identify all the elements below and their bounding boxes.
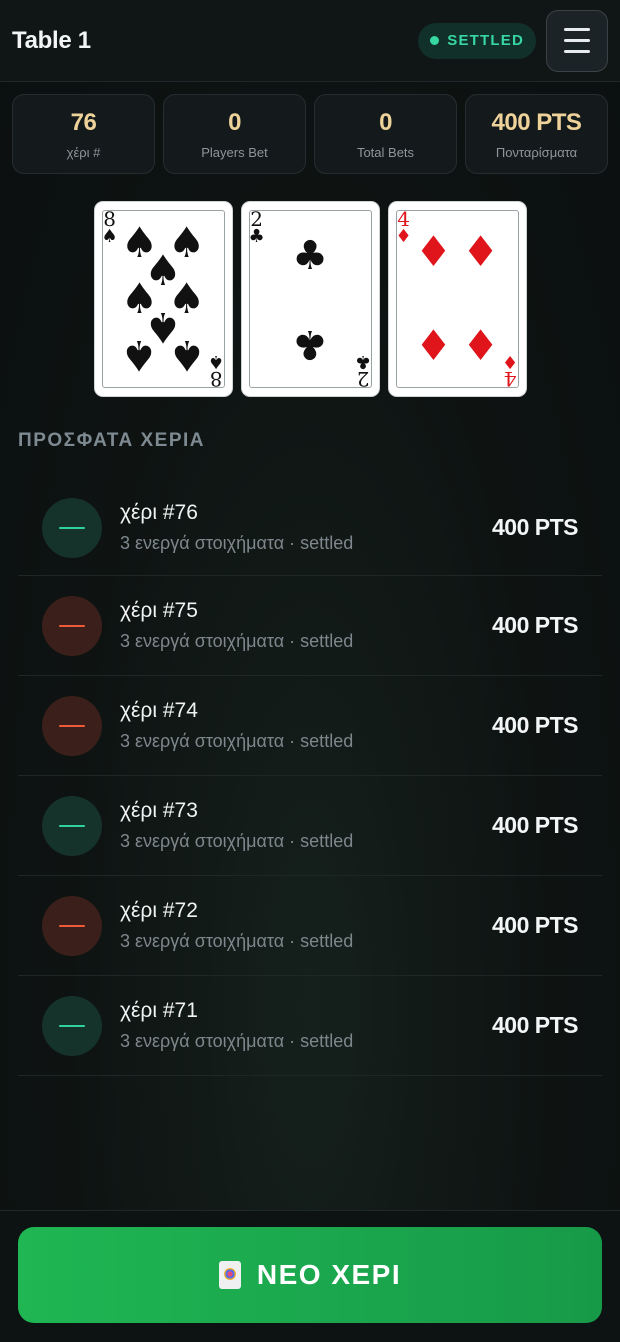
- result-loss-icon: [42, 695, 102, 756]
- spade-icon: ♠: [120, 331, 159, 381]
- dash-icon: [59, 824, 85, 827]
- dash-icon: [59, 924, 85, 927]
- stat-label: Players Bet: [201, 144, 268, 160]
- hand-row[interactable]: χέρι #73 3 ενεργά στοιχήματα · settled 4…: [18, 776, 602, 876]
- diamond-icon: ♦: [395, 226, 412, 247]
- card-rank: 8: [210, 367, 223, 391]
- card-rank: 2: [357, 367, 370, 391]
- result-loss-icon: [42, 895, 102, 956]
- hand-info: χέρι #73 3 ενεργά στοιχήματα · settled: [120, 799, 492, 852]
- hand-row[interactable]: χέρι #76 3 ενεργά στοιχήματα · settled 4…: [18, 480, 602, 576]
- hand-row[interactable]: χέρι #72 3 ενεργά στοιχήματα · settled 4…: [18, 876, 602, 976]
- menu-button[interactable]: [546, 9, 608, 72]
- hand-name: χέρι #74: [120, 699, 198, 722]
- hamburger-icon-line: [564, 50, 590, 53]
- spade-icon: ♠: [208, 351, 225, 372]
- diamond-icon: ♦: [461, 321, 500, 370]
- playing-card-four-diamonds: 4 ♦ ♦ ♦ ♦ ♦ 4 ♦: [388, 202, 526, 396]
- hand-row[interactable]: χέρι #75 3 ενεργά στοιχήματα · settled 4…: [18, 576, 602, 676]
- hand-name: χέρι #71: [120, 999, 198, 1022]
- result-win-icon: [42, 497, 102, 558]
- hand-amount: 400 PTS: [492, 1012, 579, 1038]
- card-corner: 4 ♦: [502, 351, 519, 391]
- stat-wagers: 400 PTS Πονταρίσματα: [465, 94, 608, 174]
- card-corner: 4 ♦: [396, 209, 412, 246]
- diamond-icon: ♦: [414, 321, 453, 370]
- result-win-icon: [42, 995, 102, 1056]
- hand-info: χέρι #72 3 ενεργά στοιχήματα · settled: [120, 899, 492, 952]
- dash-icon: [59, 724, 85, 727]
- stats-row: 76 χέρι # 0 Players Bet 0 Total Bets 400…: [0, 82, 620, 174]
- hand-subtitle: 3 ενεργά στοιχήματα · settled: [120, 1031, 354, 1051]
- hand-info: χέρι #75 3 ενεργά στοιχήματα · settled: [120, 599, 492, 652]
- hand-amount: 400 PTS: [492, 514, 579, 540]
- result-loss-icon: [42, 595, 102, 656]
- hand-info: χέρι #76 3 ενεργά στοιχήματα · settled: [120, 501, 492, 554]
- stat-value: 400 PTS: [491, 108, 582, 136]
- diamond-icon: ♦: [502, 351, 519, 372]
- hand-amount: 400 PTS: [492, 612, 579, 638]
- dealt-cards: 8 ♠ ♠ ♠ ♠ ♠ ♠ ♠ ♠ ♠ 8 ♠ 2 ♣ ♣ ♣ 2 ♣ 4 ♦ …: [0, 202, 620, 396]
- card-corner: 8 ♠: [208, 351, 225, 391]
- stat-hand-number: 76 χέρι #: [12, 94, 155, 174]
- hamburger-icon-line: [564, 39, 590, 42]
- hand-name: χέρι #75: [120, 599, 198, 622]
- hamburger-icon: [564, 28, 590, 31]
- card-rank: 4: [504, 367, 517, 391]
- card-corner: 2 ♣: [355, 351, 372, 391]
- stat-total-bets: 0 Total Bets: [314, 94, 457, 174]
- hand-name: χέρι #73: [120, 799, 198, 822]
- spade-icon: ♠: [101, 226, 118, 247]
- hand-info: χέρι #74 3 ενεργά στοιχήματα · settled: [120, 699, 492, 752]
- card-corner: 8 ♠: [102, 209, 118, 246]
- hand-name: χέρι #72: [120, 899, 198, 922]
- club-icon: ♣: [248, 226, 265, 247]
- stat-value: 0: [379, 108, 392, 136]
- result-win-icon: [42, 795, 102, 856]
- stat-label: Πονταρίσματα: [495, 144, 578, 160]
- hand-subtitle: 3 ενεργά στοιχήματα · settled: [120, 831, 354, 851]
- dash-icon: [59, 624, 85, 627]
- header-actions: SETTLED: [418, 9, 608, 72]
- top-bar: Table 1 SETTLED: [0, 0, 620, 82]
- new-hand-button[interactable]: ΝΕΟ ΧΕΡΙ: [18, 1227, 602, 1323]
- dash-icon: [59, 526, 85, 529]
- new-hand-label: ΝΕΟ ΧΕΡΙ: [256, 1259, 402, 1290]
- club-icon: ♣: [292, 232, 328, 279]
- playing-card-eight-spades: 8 ♠ ♠ ♠ ♠ ♠ ♠ ♠ ♠ ♠ 8 ♠: [94, 202, 232, 396]
- hand-amount: 400 PTS: [492, 712, 579, 738]
- stat-players-bet: 0 Players Bet: [163, 94, 306, 174]
- status-badge: SETTLED: [418, 22, 536, 59]
- hand-subtitle: 3 ενεργά στοιχήματα · settled: [120, 931, 354, 951]
- spade-icon: ♠: [167, 331, 206, 381]
- hand-amount: 400 PTS: [492, 812, 579, 838]
- hand-name: χέρι #76: [120, 501, 198, 524]
- hand-subtitle: 3 ενεργά στοιχήματα · settled: [120, 731, 354, 751]
- footer-bar: ΝΕΟ ΧΕΡΙ: [0, 1210, 620, 1342]
- table-title: Table 1: [12, 26, 91, 54]
- status-text: SETTLED: [447, 32, 524, 49]
- hand-row[interactable]: χέρι #71 3 ενεργά στοιχήματα · settled 4…: [18, 976, 602, 1076]
- club-icon: ♣: [355, 351, 372, 372]
- stat-value: 76: [70, 108, 97, 136]
- stat-label: χέρι #: [66, 144, 101, 160]
- diamond-icon: ♦: [414, 227, 453, 276]
- stat-label: Total Bets: [356, 144, 415, 160]
- recent-hands-list: χέρι #76 3 ενεργά στοιχήματα · settled 4…: [18, 480, 602, 1076]
- club-icon: ♣: [292, 321, 328, 368]
- playing-card-two-clubs: 2 ♣ ♣ ♣ 2 ♣: [241, 202, 379, 396]
- hand-subtitle: 3 ενεργά στοιχήματα · settled: [120, 631, 354, 651]
- diamond-icon: ♦: [461, 227, 500, 276]
- card-corner: 2 ♣: [249, 209, 265, 246]
- hand-subtitle: 3 ενεργά στοιχήματα · settled: [120, 533, 354, 553]
- status-dot-icon: [430, 36, 440, 45]
- hand-info: χέρι #71 3 ενεργά στοιχήματα · settled: [120, 999, 492, 1052]
- stat-value: 0: [228, 108, 241, 136]
- hand-row[interactable]: χέρι #74 3 ενεργά στοιχήματα · settled 4…: [18, 676, 602, 776]
- recent-hands-title: ΠΡΟΣΦΑΤΑ ΧΕΡΙΑ: [18, 430, 206, 451]
- hand-amount: 400 PTS: [492, 912, 579, 938]
- dash-icon: [59, 1024, 85, 1027]
- joker-card-icon: [218, 1261, 241, 1289]
